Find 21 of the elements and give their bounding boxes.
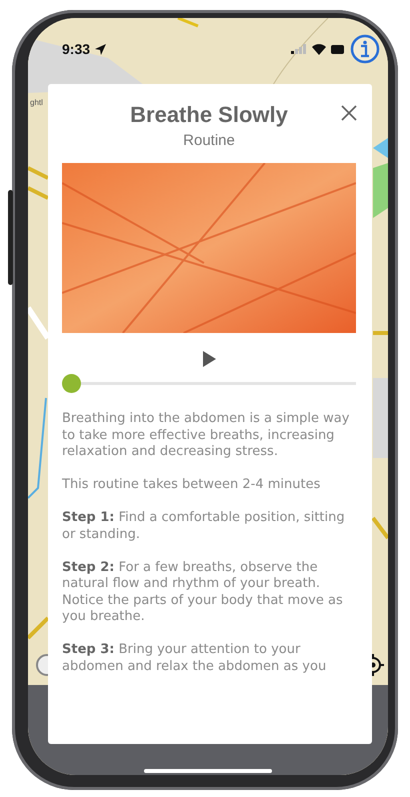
map-road <box>177 18 199 28</box>
map-label: ghtl <box>30 98 43 107</box>
play-icon[interactable] <box>202 351 216 367</box>
modal-subtitle: Routine <box>182 132 236 149</box>
signal-icon <box>291 44 307 54</box>
map-road <box>371 516 388 540</box>
location-arrow-icon <box>95 44 106 54</box>
map-road <box>28 616 50 640</box>
map-road <box>373 331 388 335</box>
wifi-icon <box>312 44 326 54</box>
modal-title: Breathe Slowly <box>129 102 289 128</box>
progress-thumb[interactable] <box>62 374 81 393</box>
close-icon[interactable] <box>340 104 358 122</box>
duration-text: This routine takes between 2-4 minutes <box>62 477 322 494</box>
status-time: 9:33 <box>62 41 90 57</box>
info-icon[interactable] <box>350 34 380 64</box>
step-text: Step 1: Find a comfortable position, sitting or standing. <box>62 510 346 543</box>
step-text: Step 2: For a few breaths, observe the natural flow and rhythm of your breath. Notice the parts of your body that move as you breathe. <box>62 560 344 626</box>
step-text: Step 3: Bring your attention to your abdomen and relax the abdomen as you <box>62 642 328 675</box>
map-road <box>28 166 50 200</box>
intro-text: Breathing into the abdomen is a simple way to take more effective breaths, increasing relaxation and decreasing stress. <box>62 411 350 460</box>
